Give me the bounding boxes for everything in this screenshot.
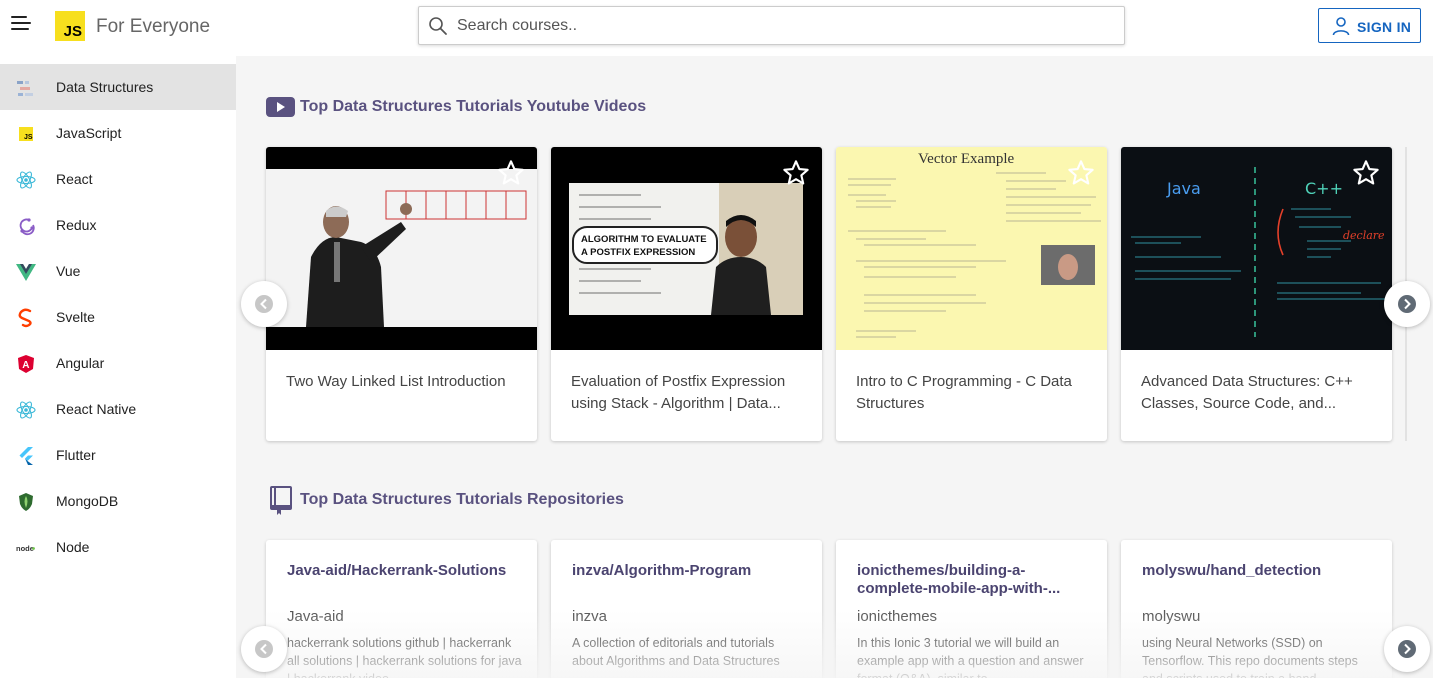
repo-description: A collection of editorials and tutorials… xyxy=(572,636,780,668)
angular-icon: A xyxy=(18,355,34,373)
videos-prev-button[interactable] xyxy=(241,281,287,327)
search-input[interactable]: Search courses.. xyxy=(418,6,1125,45)
search-placeholder: Search courses.. xyxy=(457,17,578,34)
sidebar-item-label: Flutter xyxy=(56,447,96,463)
sidebar-item-flutter[interactable]: Flutter xyxy=(0,432,236,478)
svg-text:A POSTFIX EXPRESSION: A POSTFIX EXPRESSION xyxy=(581,247,695,258)
sidebar-item-label: MongoDB xyxy=(56,493,119,509)
video-title: Evaluation of Postfix Expression using S… xyxy=(571,373,786,412)
video-card[interactable]: Two Way Linked List Introduction xyxy=(266,147,537,441)
repo-card[interactable]: ionicthemes/building-a-complete-mobile-a… xyxy=(836,540,1107,678)
repos-prev-button[interactable] xyxy=(241,626,287,672)
svg-text:Vector Example: Vector Example xyxy=(918,151,1015,167)
sidebar-item-label: Redux xyxy=(56,217,97,233)
repo-description: In this Ionic 3 tutorial we will build a… xyxy=(857,636,1084,678)
repos-section-title: Top Data Structures Tutorials Repositori… xyxy=(300,491,624,508)
repo-owner: molyswu xyxy=(1142,608,1201,625)
sidebar-item-angular[interactable]: A Angular xyxy=(0,340,236,386)
svg-text:node: node xyxy=(16,544,34,553)
menu-icon[interactable] xyxy=(11,16,31,34)
repo-description: hackerrank solutions github | hackerrank… xyxy=(287,636,522,678)
videos-section-title: Top Data Structures Tutorials Youtube Vi… xyxy=(300,98,647,115)
javascript-icon: JS xyxy=(19,127,33,141)
svg-text:C++: C++ xyxy=(1305,179,1343,198)
sidebar-item-data-structures[interactable]: Data Structures xyxy=(0,64,236,110)
logo-text: JS xyxy=(63,23,82,40)
youtube-icon xyxy=(266,97,295,117)
user-icon xyxy=(1332,17,1350,36)
videos-next-button[interactable] xyxy=(1384,281,1430,327)
repo-description: using Neural Networks (SSD) on Tensorflo… xyxy=(1142,636,1358,678)
brand-name[interactable]: For Everyone xyxy=(96,16,210,38)
app-header: JS For Everyone Search courses.. SIGN IN xyxy=(0,0,1433,56)
react-native-icon xyxy=(16,401,36,419)
video-card[interactable]: Vector Example Intro to C Programming - … xyxy=(836,147,1107,441)
repo-card[interactable]: inzva/Algorithm-Program inzva A collecti… xyxy=(551,540,822,678)
sidebar-item-label: Node xyxy=(56,539,90,555)
sidebar-item-javascript[interactable]: JS JavaScript xyxy=(0,110,236,156)
svg-text:ALGORITHM TO EVALUATE: ALGORITHM TO EVALUATE xyxy=(581,234,707,245)
svg-text:A: A xyxy=(22,360,29,371)
repos-next-button[interactable] xyxy=(1384,626,1430,672)
sidebar-item-react[interactable]: React xyxy=(0,156,236,202)
sidebar-item-react-native[interactable]: React Native xyxy=(0,386,236,432)
sidebar-item-label: Svelte xyxy=(56,309,95,325)
react-icon xyxy=(16,171,36,189)
sidebar-item-mongodb[interactable]: MongoDB xyxy=(0,478,236,524)
chevron-right-icon xyxy=(1398,640,1416,658)
sidebar-item-vue[interactable]: Vue xyxy=(0,248,236,294)
vue-icon xyxy=(16,264,36,281)
star-icon[interactable] xyxy=(1067,159,1095,187)
svelte-icon xyxy=(18,308,32,328)
sign-in-label: SIGN IN xyxy=(1357,19,1412,35)
repo-owner: Java-aid xyxy=(287,608,344,625)
svg-text:JS: JS xyxy=(24,134,33,141)
redux-icon xyxy=(19,218,35,236)
repo-name[interactable]: ionicthemes/building-a-complete-mobile-a… xyxy=(857,562,1092,598)
sidebar-item-svelte[interactable]: Svelte xyxy=(0,294,236,340)
sign-in-button[interactable]: SIGN IN xyxy=(1318,8,1421,43)
sidebar-item-label: Data Structures xyxy=(56,79,154,95)
star-icon[interactable] xyxy=(1352,159,1380,187)
sidebar-item-label: Angular xyxy=(56,355,105,371)
sidebar-item-label: React xyxy=(56,171,93,187)
sidebar-item-label: Vue xyxy=(56,263,81,279)
star-icon[interactable] xyxy=(782,159,810,187)
mongodb-icon xyxy=(19,493,33,511)
video-card[interactable]: Java C++ declare Advanced Data Structure… xyxy=(1121,147,1392,441)
video-card[interactable]: ALGORITHM TO EVALUATE A POSTFIX EXPRESSI… xyxy=(551,147,822,441)
data-structures-icon xyxy=(17,81,33,96)
repo-owner: ionicthemes xyxy=(857,608,938,625)
js-logo[interactable]: JS xyxy=(55,11,85,41)
star-icon[interactable] xyxy=(497,159,525,187)
video-title: Two Way Linked List Introduction xyxy=(286,373,506,390)
repo-card[interactable]: molyswu/hand_detection molyswu using Neu… xyxy=(1121,540,1392,678)
sidebar-item-label: JavaScript xyxy=(56,125,122,141)
repository-icon xyxy=(270,486,292,515)
repo-card[interactable]: Java-aid/Hackerrank-Solutions Java-aid h… xyxy=(266,540,537,678)
sidebar-item-redux[interactable]: Redux xyxy=(0,202,236,248)
search-icon xyxy=(429,17,447,35)
repo-owner: inzva xyxy=(572,608,608,625)
node-icon: node xyxy=(16,544,35,553)
video-title: Intro to C Programming - C Data Structur… xyxy=(856,373,1072,412)
video-title: Advanced Data Structures: C++ Classes, S… xyxy=(1141,373,1353,412)
svg-text:Java: Java xyxy=(1166,179,1201,198)
chevron-left-icon xyxy=(255,640,273,658)
sidebar-item-label: React Native xyxy=(56,401,137,417)
chevron-left-icon xyxy=(255,295,273,313)
flutter-icon xyxy=(19,447,33,465)
repo-name[interactable]: molyswu/hand_detection xyxy=(1142,562,1377,580)
repo-name[interactable]: inzva/Algorithm-Program xyxy=(572,562,807,580)
repo-name[interactable]: Java-aid/Hackerrank-Solutions xyxy=(287,562,522,580)
sidebar: Data Structures JS JavaScript React Redu… xyxy=(0,56,236,678)
svg-text:declare: declare xyxy=(1343,229,1385,242)
chevron-right-icon xyxy=(1398,295,1416,313)
sidebar-item-node[interactable]: node Node xyxy=(0,524,236,570)
